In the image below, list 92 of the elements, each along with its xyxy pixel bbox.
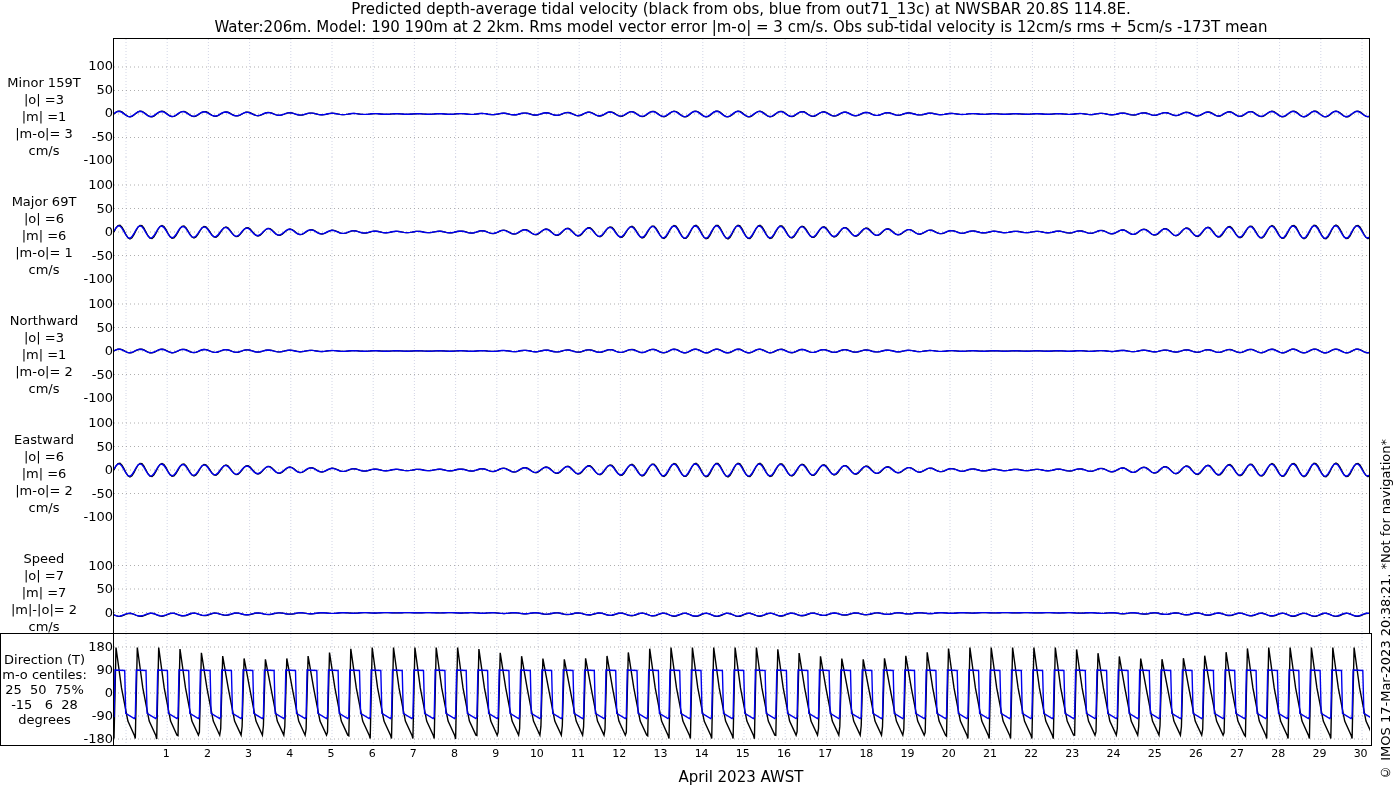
chart-title: Water:206m. Model: 190 190m at 2 2km. Rms model vector error |m-o| = 3 cm/s. Obs sub-tidal velocity is 12cm/s rms + 5cm/s -173T mean xyxy=(214,18,1268,36)
panel-label: degrees xyxy=(18,712,71,727)
y-tick-label: 0 xyxy=(104,223,113,241)
x-tick-label: 4 xyxy=(286,746,294,762)
panel-label: |m-o|= 1 xyxy=(15,244,73,261)
panel-label: |m|-|o|= 2 xyxy=(10,601,78,618)
x-tick-label: 5 xyxy=(327,746,335,762)
y-tick-label: 100 xyxy=(88,414,113,432)
panel-label: Eastward xyxy=(14,431,74,448)
x-tick-label: 23 xyxy=(1065,746,1080,762)
panel-label: |m| =1 xyxy=(21,108,67,125)
y-tick-label: -100 xyxy=(83,508,113,526)
panel-label: |o| =6 xyxy=(24,210,64,227)
x-tick-label: 18 xyxy=(859,746,874,762)
x-tick-label: 3 xyxy=(245,746,253,762)
x-axis-label: April 2023 AWST xyxy=(678,767,804,788)
x-tick-label: 10 xyxy=(529,746,544,762)
x-tick-label: 15 xyxy=(735,746,750,762)
y-tick-label: 0 xyxy=(104,683,113,702)
y-tick-label: 0 xyxy=(104,603,113,622)
x-tick-label: 11 xyxy=(571,746,586,762)
panel-label: cm/s xyxy=(28,380,60,397)
panel-label: Speed xyxy=(23,550,65,567)
panel-label: 25 50 75% xyxy=(5,682,84,697)
x-tick-label: 8 xyxy=(451,746,458,762)
panel-label: Direction (T) xyxy=(4,652,85,667)
panel-label: Minor 159T xyxy=(7,74,81,91)
y-tick-label: 100 xyxy=(88,57,113,75)
panel-label: |m-o|= 3 xyxy=(15,125,73,142)
panel-label: |m| =1 xyxy=(21,346,67,363)
x-tick-label: 1 xyxy=(162,746,170,762)
x-tick-label: 25 xyxy=(1147,746,1162,762)
panel-label: -15 6 28 xyxy=(11,697,78,712)
x-tick-label: 6 xyxy=(368,746,376,762)
y-tick-label: 100 xyxy=(88,556,113,575)
panel-label: |m| =6 xyxy=(21,465,67,482)
y-tick-label: -50 xyxy=(91,246,113,265)
y-tick-label: -180 xyxy=(83,729,113,748)
x-tick-label: 24 xyxy=(1106,746,1121,762)
panel-label: |o| =3 xyxy=(24,91,64,108)
x-tick-label: 30 xyxy=(1353,746,1368,762)
x-tick-label: 28 xyxy=(1271,746,1286,762)
panel-label: cm/s xyxy=(28,142,60,159)
y-tick-label: 0 xyxy=(104,461,113,479)
x-tick-label: 2 xyxy=(203,746,211,762)
x-tick-label: 17 xyxy=(818,746,833,762)
y-tick-label: 180 xyxy=(88,637,113,656)
x-tick-label: 21 xyxy=(982,746,997,762)
panel-label: |o| =6 xyxy=(24,448,64,465)
panel-label: |m| =6 xyxy=(21,227,67,244)
y-tick-label: 50 xyxy=(96,437,113,456)
y-tick-label: 100 xyxy=(88,295,113,313)
timestamp-note: © IMOS 17-Mar-2023 20:38:21. *Not for navigation* xyxy=(1377,439,1395,780)
panel-label: |m-o|= 2 xyxy=(15,363,73,380)
panel-label: |m| =7 xyxy=(21,584,67,601)
y-tick-label: -50 xyxy=(91,484,113,503)
x-tick-label: 20 xyxy=(941,746,956,762)
x-tick-label: 14 xyxy=(694,746,709,762)
x-tick-label: 12 xyxy=(612,746,627,762)
y-tick-label: -50 xyxy=(91,127,113,146)
y-tick-label: 50 xyxy=(96,80,113,99)
y-tick-label: -90 xyxy=(91,706,113,725)
x-tick-label: 13 xyxy=(653,746,668,762)
panel-label: m-o centiles: xyxy=(2,667,87,682)
x-tick-label: 29 xyxy=(1312,746,1327,762)
x-tick-label: 22 xyxy=(1024,746,1039,762)
y-tick-label: -100 xyxy=(83,270,113,288)
y-tick-label: 100 xyxy=(88,176,113,194)
x-tick-label: 9 xyxy=(492,746,500,762)
x-tick-label: 26 xyxy=(1188,746,1203,762)
panel-label: |o| =3 xyxy=(24,329,64,346)
x-tick-label: 19 xyxy=(900,746,915,762)
y-tick-label: 90 xyxy=(96,660,113,679)
panel-label: |m-o|= 2 xyxy=(15,482,73,499)
panel-label: cm/s xyxy=(28,261,60,278)
y-tick-label: 50 xyxy=(96,199,113,218)
y-tick-label: -100 xyxy=(83,389,113,407)
panel-label: Northward xyxy=(9,312,79,329)
x-tick-label: 27 xyxy=(1230,746,1245,762)
y-tick-label: 50 xyxy=(96,580,113,598)
panel-label: cm/s xyxy=(28,618,60,635)
y-tick-label: -100 xyxy=(83,151,113,169)
chart-title: Predicted depth-average tidal velocity (black from obs, blue from out71_13c) at NWSBAR 20.8S 114.8E. xyxy=(351,0,1131,18)
panel-label: |o| =7 xyxy=(24,567,64,584)
y-tick-label: 0 xyxy=(104,342,113,360)
panel-label: Major 69T xyxy=(11,193,77,210)
y-tick-label: 50 xyxy=(96,318,113,337)
y-tick-label: -50 xyxy=(91,365,113,384)
panel-label: cm/s xyxy=(28,499,60,516)
y-tick-label: 0 xyxy=(104,104,113,122)
x-tick-label: 16 xyxy=(777,746,791,762)
x-tick-label: 7 xyxy=(409,746,417,762)
